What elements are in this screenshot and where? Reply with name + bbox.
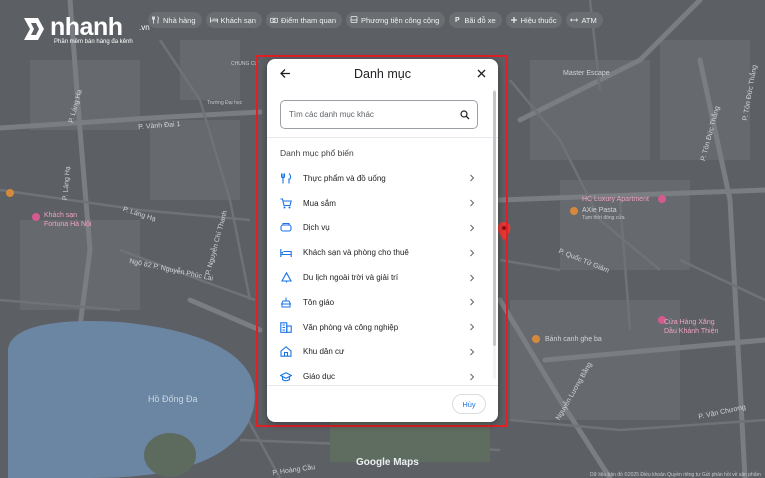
poi-label: Cửa Hàng Xăng [664,319,715,326]
poi-label: Master Escape [563,70,610,77]
chevron-right-icon [468,348,476,356]
section-title: Danh mục phổ biến [280,148,354,158]
category-list: Thực phẩm và đồ uống Mua sắm Dịch vụ Khá… [267,166,498,389]
category-item-hotels[interactable]: Khách sạn và phòng cho thuê [267,240,498,265]
category-search [280,100,478,129]
services-icon [280,222,292,234]
poi-label: AXie Pasta [582,207,617,214]
religion-icon [280,296,292,308]
chip-label: Khách sạn [220,15,256,25]
cancel-button[interactable]: Hủy [452,394,486,414]
poi-label: Khách sạn [44,212,78,219]
divider [267,137,498,138]
office-building-icon [280,321,292,333]
pharmacy-icon [510,16,518,24]
atm-icon [570,16,579,24]
close-button[interactable] [473,65,489,81]
category-item-religion[interactable]: Tôn giáo [267,290,498,315]
poi-label: CHUNG CƯ [231,61,259,67]
chevron-right-icon [468,174,476,182]
category-dialog: Danh mục Danh mục phổ biến Thực phẩm và … [267,59,498,422]
logo-brand: nhanh [50,13,123,41]
category-item-residential[interactable]: Khu dân cư [267,340,498,365]
poi-label: Dầu Khánh Thiện [664,328,719,335]
outdoor-icon [280,272,292,284]
restaurant-icon [152,16,160,24]
chip-hotel[interactable]: Khách sạn [205,12,262,28]
google-maps-logo: Google Maps [356,457,419,468]
chevron-right-icon [468,323,476,331]
food-icon [280,172,292,184]
category-item-services[interactable]: Dịch vụ [267,216,498,241]
chip-label: Nhà hàng [163,15,196,25]
category-label: Dịch vụ [303,223,330,233]
close-icon [477,69,485,77]
chevron-right-icon [468,274,476,282]
camera-icon [270,16,278,24]
category-item-food[interactable]: Thực phẩm và đồ uống [267,166,498,191]
chip-restaurant[interactable]: Nhà hàng [148,12,202,28]
scrollbar-thumb[interactable] [493,91,496,346]
poi-label: HC Luxury Apartment [582,196,649,203]
chip-atm[interactable]: ATM [566,12,603,28]
category-label: Văn phòng và công nghiệp [303,322,399,332]
chip-pharmacy[interactable]: Hiệu thuốc [505,12,563,28]
poi-label: Fortuna Hà Nội [44,221,92,228]
chip-transit[interactable]: Phương tiện công cộng [346,12,446,28]
category-label: Du lịch ngoài trời và giải trí [303,273,399,283]
transit-icon [350,16,358,24]
dialog-header: Danh mục [267,59,498,89]
chevron-right-icon [468,199,476,207]
logo-tagline: Phần mềm bán hàng đa kênh [54,39,133,45]
lake-label: Hồ Đống Đa [148,394,198,404]
category-label: Khách sạn và phòng cho thuê [303,248,409,258]
category-label: Tôn giáo [303,297,335,307]
shopping-cart-icon [280,197,292,209]
parking-icon: P [455,16,460,24]
search-icon[interactable] [453,101,477,128]
school-icon [280,371,292,383]
category-item-outdoor[interactable]: Du lịch ngoài trời và giải trí [267,265,498,290]
category-label: Thực phẩm và đồ uống [303,173,386,183]
category-label: Khu dân cư [303,347,345,357]
category-item-shopping[interactable]: Mua sắm [267,191,498,216]
chevron-right-icon [468,373,476,381]
poi-label: Bánh canh ghẹ ba [545,336,602,343]
chip-attractions[interactable]: Điểm tham quan [265,12,343,28]
dialog-title: Danh mục [354,67,411,81]
chevron-right-icon [468,224,476,232]
category-label: Mua sắm [303,198,336,208]
poi-label: Trường Đại học [207,100,243,106]
chip-label: Phương tiện công cộng [361,15,440,25]
map-footer[interactable]: Dữ liệu bản đồ ©2025 Điều khoản Quyền ri… [590,472,761,478]
search-input[interactable] [281,101,453,128]
category-label: Giáo dục [303,372,336,382]
poi-label-sub: Tạm thời đóng cửa [582,215,625,221]
home-icon [280,346,292,358]
nhanh-logo: nhanh .vn Phần mềm bán hàng đa kênh [20,12,160,48]
nhanh-logo-mark [24,18,44,40]
chip-parking[interactable]: P Bãi đỗ xe [449,12,502,28]
chip-label: Hiệu thuốc [520,15,557,25]
hotel-icon [209,16,218,24]
category-item-office[interactable]: Văn phòng và công nghiệp [267,315,498,340]
hotel-bed-icon [280,247,292,259]
chip-label: Bãi đỗ xe [464,15,496,25]
chip-label: ATM [581,15,597,25]
divider [267,385,498,386]
chevron-right-icon [468,249,476,257]
chip-label: Điểm tham quan [280,15,337,25]
category-chips: Nhà hàng Khách sạn Điểm tham quan Phương… [148,12,603,28]
chevron-right-icon [468,298,476,306]
